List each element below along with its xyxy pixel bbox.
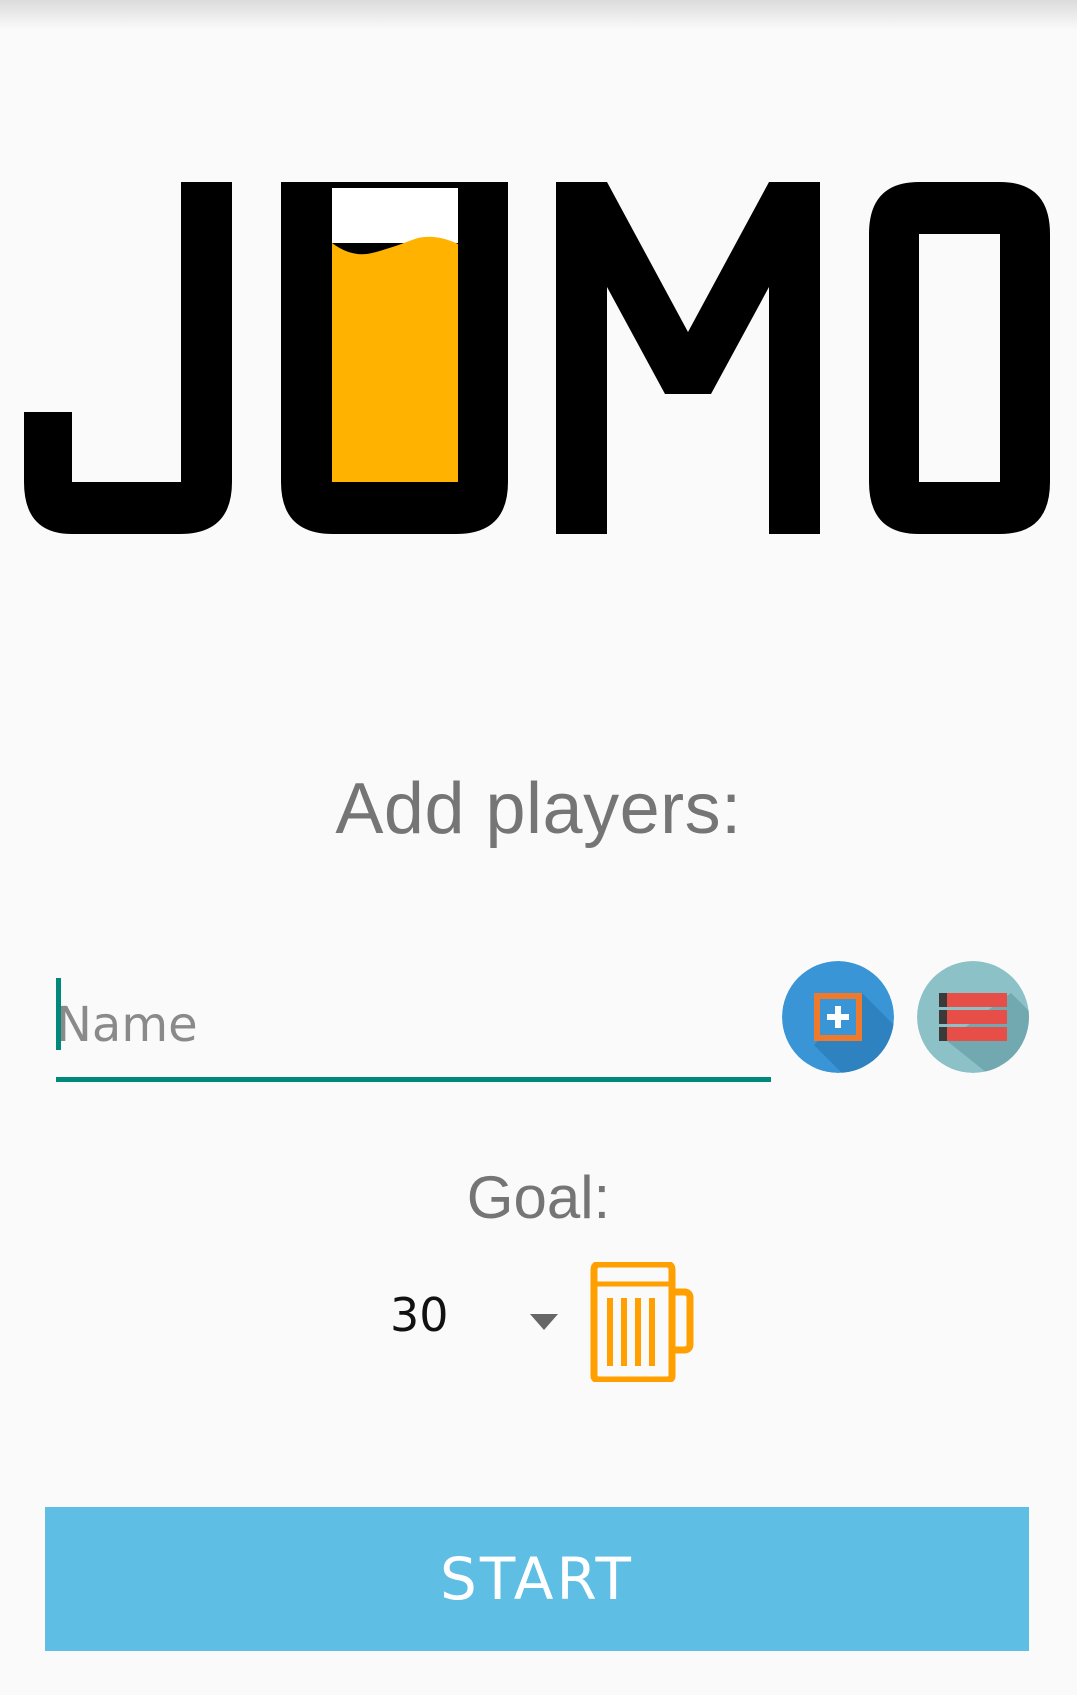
name-field[interactable] <box>56 975 771 1085</box>
name-input[interactable] <box>56 975 771 1075</box>
jumo-logo <box>22 176 1052 542</box>
add-players-title: Add players: <box>335 769 742 849</box>
add-player-button[interactable] <box>782 961 894 1073</box>
goal-spinner[interactable]: 30 <box>380 1280 570 1360</box>
app-screen: Add players: Goal: 30 <box>0 0 1077 1695</box>
status-bar-shadow <box>0 0 1077 30</box>
goal-selected-value: 30 <box>390 1288 449 1342</box>
player-list-button[interactable] <box>917 961 1029 1073</box>
start-button[interactable]: START <box>45 1507 1029 1651</box>
name-field-underline <box>56 1077 771 1082</box>
goal-label: Goal: <box>466 1164 611 1231</box>
add-player-icon <box>782 961 894 1073</box>
player-list-icon <box>917 961 1029 1073</box>
beer-mug-icon <box>588 1262 694 1382</box>
dropdown-arrow-icon <box>530 1314 558 1330</box>
text-caret <box>56 978 61 1050</box>
